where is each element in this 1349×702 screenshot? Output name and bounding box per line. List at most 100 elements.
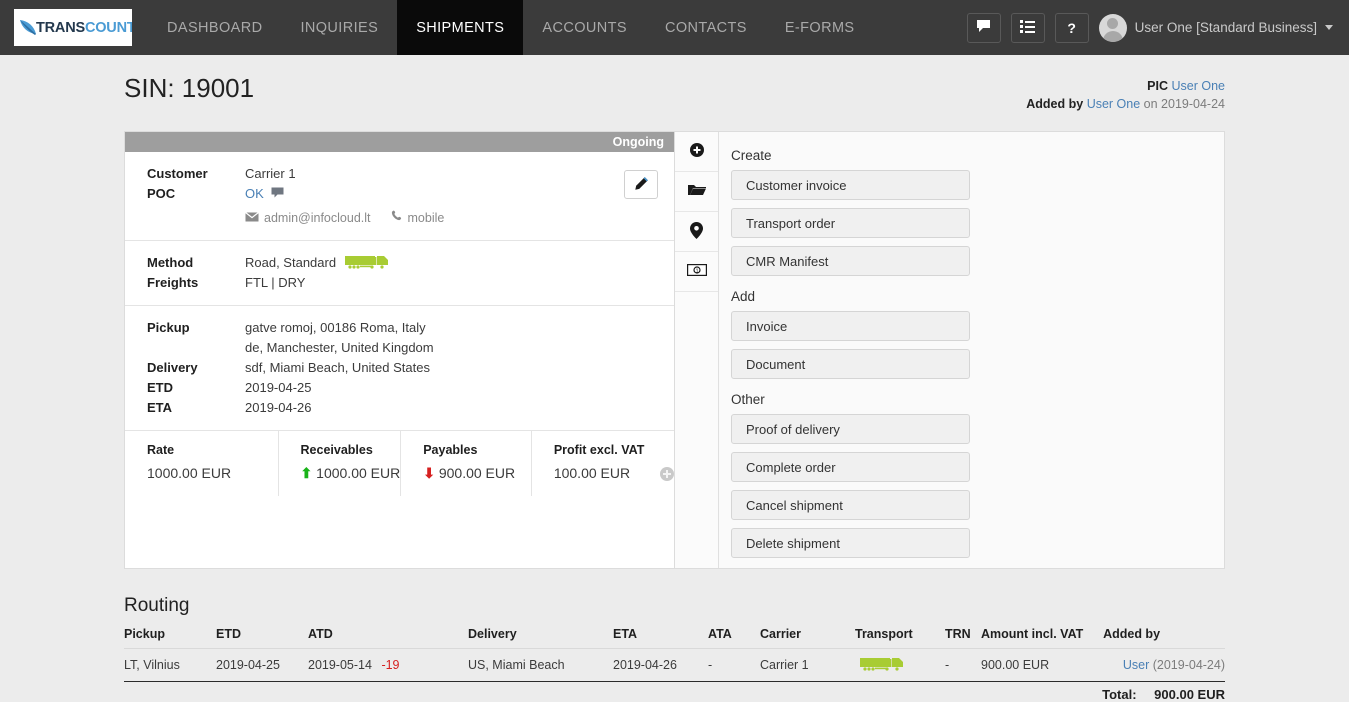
poc-contact-spacer — [147, 204, 245, 228]
add-invoice-button[interactable]: Invoice — [731, 311, 970, 341]
pencil-icon — [634, 176, 649, 194]
pickup-value-line1: gatve romoj, 00186 Roma, Italy — [245, 320, 426, 335]
brand-logo[interactable]: TRANSCOUNT — [14, 9, 132, 46]
add-document-button[interactable]: Document — [731, 349, 970, 379]
plus-circle-icon — [689, 142, 705, 161]
customer-value[interactable]: Carrier 1 — [245, 164, 296, 184]
financials-section: Rate 1000.00 EUR Receivables ⬆ 1000.00 E… — [125, 431, 674, 496]
nav-links: DASHBOARD INQUIRIES SHIPMENTS ACCOUNTS C… — [148, 0, 874, 55]
truck-icon — [860, 658, 906, 671]
cell-trn: - — [945, 648, 981, 682]
help-button[interactable]: ? — [1054, 12, 1089, 43]
rail-item-finance[interactable]: 1 — [675, 252, 718, 292]
rail-item-add[interactable] — [675, 132, 718, 172]
user-menu[interactable]: User One [Standard Business] — [1098, 13, 1333, 42]
cell-added-by-user[interactable]: User — [1123, 658, 1149, 672]
shipment-card: Ongoing Customer Carrier 1 POC OK admin@… — [124, 131, 675, 569]
rail-item-documents[interactable] — [675, 172, 718, 212]
cancel-shipment-button[interactable]: Cancel shipment — [731, 490, 970, 520]
group-title-add: Add — [731, 289, 756, 304]
eta-value: 2019-04-26 — [245, 400, 312, 415]
email-value[interactable]: admin@infocloud.lt — [264, 208, 371, 228]
arrow-down-icon: ⬇ — [423, 465, 435, 481]
nav-right-group: ? User One [Standard Business] — [966, 0, 1349, 55]
pickup-label: Pickup — [147, 320, 190, 335]
receivables-value-wrap: ⬆ 1000.00 EUR — [301, 465, 401, 482]
rail-item-tracking[interactable] — [675, 212, 718, 252]
page-title: SIN: 19001 — [124, 73, 255, 103]
cell-added-by: User (2019-04-24) — [1103, 648, 1225, 682]
money-icon: 1 — [686, 263, 707, 279]
profit-label: Profit excl. VAT — [553, 443, 645, 457]
delivery-row: Delivery sdf, Miami Beach, United States — [147, 358, 674, 378]
pic-value[interactable]: User One — [1172, 79, 1226, 93]
map-pin-icon — [690, 221, 703, 242]
svg-text:1: 1 — [695, 269, 698, 275]
col-amount: Amount incl. VAT — [981, 627, 1104, 649]
financial-cell-rate: Rate 1000.00 EUR — [125, 431, 279, 496]
edit-shipment-button[interactable] — [624, 170, 658, 199]
group-buttons-other: Proof of delivery Complete order Cancel … — [731, 414, 1212, 558]
expand-profit-icon[interactable] — [660, 467, 674, 482]
phone-value[interactable]: mobile — [408, 208, 445, 228]
brand-logo-text: TRANSCOUNT — [36, 20, 132, 36]
added-by-user[interactable]: User One — [1087, 97, 1141, 111]
proof-of-delivery-button[interactable]: Proof of delivery — [731, 414, 970, 444]
panel-icon-rail: 1 — [675, 132, 719, 568]
nav-item-dashboard[interactable]: DASHBOARD — [148, 0, 281, 55]
nav-item-e-forms[interactable]: E-FORMS — [766, 0, 874, 55]
complete-order-button[interactable]: Complete order — [731, 452, 970, 482]
payables-value-wrap: ⬇ 900.00 EUR — [423, 465, 531, 482]
folder-icon — [687, 183, 706, 200]
customer-row: Customer Carrier 1 — [147, 164, 674, 184]
actions-panel: 1 Create Customer invoice Transport orde… — [675, 131, 1225, 569]
added-by-date: on 2019-04-24 — [1143, 97, 1225, 111]
customer-section: Customer Carrier 1 POC OK admin@infoclou… — [125, 152, 674, 241]
chat-button[interactable] — [966, 12, 1001, 43]
freights-value: FTL | DRY — [245, 275, 306, 290]
group-buttons-add: Invoice Document — [731, 311, 1212, 379]
cell-etd: 2019-04-25 — [216, 648, 308, 682]
table-row[interactable]: LT, Vilnius 2019-04-25 2019-05-14 -19 US… — [124, 648, 1225, 682]
nav-item-inquiries[interactable]: INQUIRIES — [281, 0, 397, 55]
user-menu-label: User One [Standard Business] — [1134, 20, 1317, 35]
brand-logo-part2: COUNT — [84, 19, 132, 36]
profit-value: 100.00 EUR — [553, 465, 631, 481]
poc-row: POC OK — [147, 184, 674, 204]
cell-added-by-date: (2019-04-24) — [1152, 658, 1225, 672]
poc-value[interactable]: OK — [245, 186, 264, 201]
cell-atd-delay: -19 — [381, 658, 400, 672]
tasks-button[interactable] — [1010, 12, 1045, 43]
phone-icon — [391, 208, 403, 228]
routing-table-head: Pickup ETD ATD Delivery ETA ATA Carrier … — [124, 627, 1225, 649]
eta-label: ETA — [147, 400, 173, 415]
nav-item-shipments[interactable]: SHIPMENTS — [397, 0, 524, 55]
nav-item-accounts[interactable]: ACCOUNTS — [523, 0, 646, 55]
chat-icon — [976, 19, 991, 36]
method-value: Road, Standard — [245, 255, 337, 270]
delete-shipment-button[interactable]: Delete shipment — [731, 528, 970, 558]
nav-item-contacts[interactable]: CONTACTS — [646, 0, 766, 55]
poc-comment-icon[interactable] — [271, 186, 284, 201]
status-badge: Ongoing — [125, 132, 674, 152]
cell-transport — [855, 648, 945, 682]
cell-amount: 900.00 EUR — [981, 648, 1104, 682]
shipment-overview-row: Ongoing Customer Carrier 1 POC OK admin@… — [124, 131, 1225, 569]
financial-cell-receivables: Receivables ⬆ 1000.00 EUR — [279, 431, 402, 496]
eta-row: ETA 2019-04-26 — [147, 398, 674, 418]
method-row: Method Road, Standard — [147, 253, 674, 273]
create-customer-invoice-button[interactable]: Customer invoice — [731, 170, 970, 200]
profit-value-wrap: 100.00 EUR — [553, 465, 674, 482]
delivery-label: Delivery — [147, 360, 198, 375]
col-pickup: Pickup — [124, 627, 216, 649]
poc-contact-line: admin@infocloud.lt mobile — [245, 208, 444, 228]
cell-delivery: US, Miami Beach — [468, 648, 613, 682]
method-section: Method Road, Standard Freights FTL | DRY — [125, 241, 674, 306]
routing-table: Pickup ETD ATD Delivery ETA ATA Carrier … — [124, 627, 1225, 682]
create-cmr-manifest-button[interactable]: CMR Manifest — [731, 246, 970, 276]
cell-eta: 2019-04-26 — [613, 648, 708, 682]
financial-cell-payables: Payables ⬇ 900.00 EUR — [401, 431, 532, 496]
cell-carrier: Carrier 1 — [760, 648, 855, 682]
create-transport-order-button[interactable]: Transport order — [731, 208, 970, 238]
freights-row: Freights FTL | DRY — [147, 273, 674, 293]
